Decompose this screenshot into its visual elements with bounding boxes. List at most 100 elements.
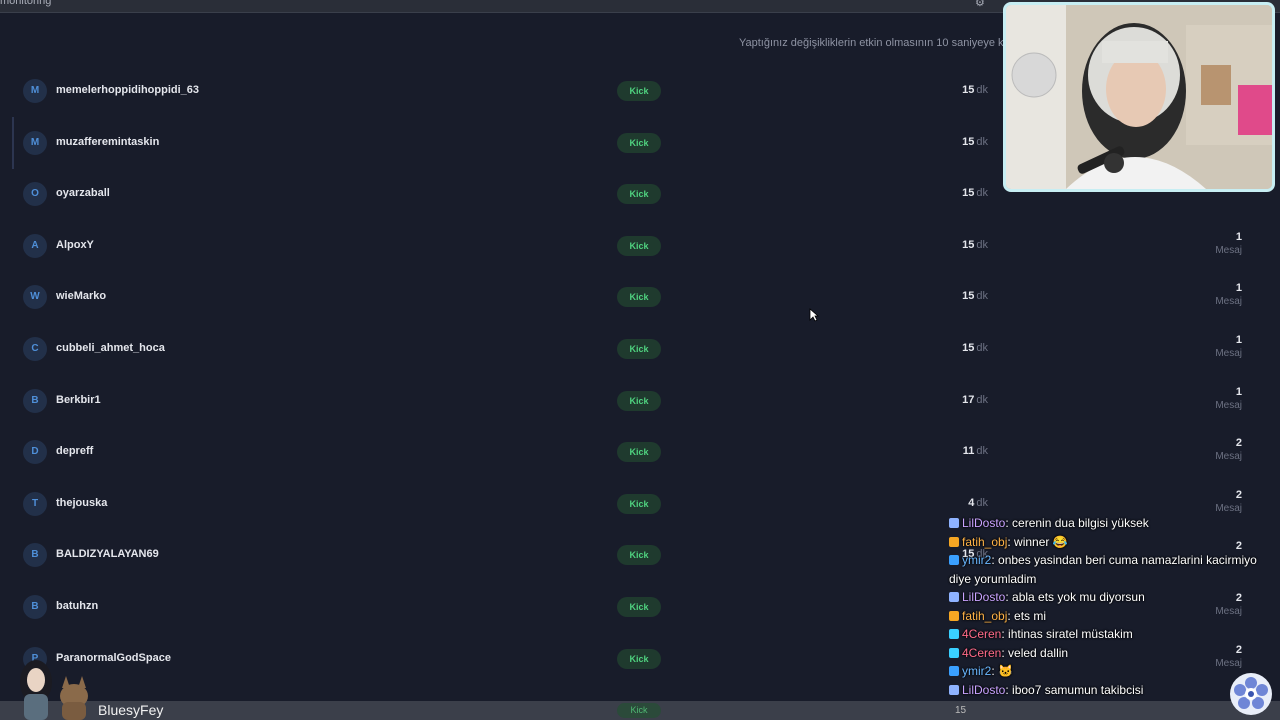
table-row-partial: Kick 15 (0, 701, 1280, 720)
kick-button[interactable]: Kick (617, 81, 661, 101)
kick-button[interactable]: Kick (617, 545, 661, 565)
table-row: Ccubbeli_ahmet_hoca Kick 15 dk 1 Mesaj (0, 323, 1280, 375)
settings-icon[interactable]: ⚙ (975, 0, 985, 9)
chat-text: 🐱 (998, 664, 1013, 678)
notice-text: Yaptığınız değişikliklerin etkin olmasın… (739, 37, 1026, 49)
username[interactable]: oyarzaball (56, 187, 110, 199)
duration: 15 dk (930, 239, 988, 251)
chat-username: 4Ceren (962, 627, 1002, 641)
chat-badge-icon (949, 555, 959, 565)
avatar: W (23, 285, 47, 309)
chat-message: LilDosto: abla ets yok mu diyorsun (949, 588, 1269, 607)
username[interactable]: Berkbir1 (56, 394, 101, 406)
chat-message: ymir2: 🐱 (949, 662, 1269, 681)
chat-username: LilDosto (962, 682, 1006, 697)
duration-unit: dk (976, 394, 988, 406)
chat-overlay: LilDosto: cerenin dua bilgisi yüksek fati… (949, 514, 1269, 699)
table-row: B Berkbir1 Kick 17 dk 1 Mesaj (0, 375, 1280, 427)
username[interactable]: depreff (56, 445, 93, 457)
duration-unit: dk (976, 445, 988, 457)
avatar: O (23, 182, 47, 206)
duration-unit: dk (976, 239, 988, 251)
avatar: B (23, 595, 47, 619)
streamer-avatar-art (20, 660, 88, 720)
chat-separator: : (991, 553, 999, 567)
message-count: 1 Mesaj (1180, 282, 1242, 309)
message-count-label: Mesaj (1215, 296, 1242, 307)
kick-button[interactable]: Kick (617, 494, 661, 514)
avatar: D (23, 440, 47, 464)
duration: 4 dk (930, 497, 988, 509)
streamer-name: BluesyFey (98, 702, 164, 718)
table-row: WwieMarko Kick 15 dk 1 Mesaj (0, 271, 1280, 323)
webcam-overlay (1003, 2, 1275, 192)
chat-badge-icon (949, 666, 959, 676)
chat-badge-icon (949, 592, 959, 602)
username[interactable]: cubbeli_ahmet_hoca (56, 342, 165, 354)
kick-button[interactable]: Kick (617, 236, 661, 256)
username[interactable]: batuhzn (56, 600, 98, 612)
duration-value: 4 (968, 497, 975, 509)
chat-message: 4Ceren: veled dallin (949, 644, 1269, 663)
chat-text: cerenin dua bilgisi yüksek (1012, 516, 1149, 530)
chat-message: LilDosto: iboo7 samumun takibcisi (949, 681, 1269, 700)
kick-button[interactable]: Kick (617, 649, 661, 669)
chat-message: 4Ceren: ihtinas siratel müstakim (949, 625, 1269, 644)
message-count: 2 Mesaj (1180, 489, 1242, 516)
duration: 15 dk (930, 290, 988, 302)
flower-logo-icon (1230, 673, 1272, 715)
message-count: 1 Mesaj (1180, 386, 1242, 413)
chat-badge-icon (949, 647, 959, 658)
message-count-value: 1 (1235, 386, 1242, 398)
avatar: T (23, 492, 47, 516)
username[interactable]: BALDIZYALAYAN69 (56, 548, 159, 560)
kick-button[interactable]: Kick (617, 442, 661, 462)
chat-message: fatih_obj: ets mi (949, 607, 1269, 626)
kick-button[interactable]: Kick (617, 287, 661, 307)
message-count-label: Mesaj (1215, 451, 1242, 462)
duration-value: 15 (962, 239, 975, 251)
chat-username: ymir2 (962, 664, 992, 678)
kick-button[interactable]: Kick (617, 391, 661, 411)
table-row: Ddepreff Kick 11 dk 2 Mesaj (0, 426, 1280, 478)
kick-button[interactable]: Kick (617, 184, 661, 204)
chat-message: fatih_obj: winner 😂 (949, 533, 1269, 552)
username[interactable]: muzafferemintaskin (56, 136, 159, 148)
chat-username: 4Ceren (962, 645, 1002, 660)
chat-message: ymir2: onbes yasindan beri cuma namazlar… (949, 551, 1269, 588)
duration-value: 15 (962, 84, 975, 96)
message-count: 2 Mesaj (1180, 437, 1242, 464)
duration-unit: dk (976, 136, 988, 148)
message-count-value: 2 (1235, 489, 1242, 501)
chat-text: ets mi (1014, 608, 1047, 623)
chat-username: LilDosto (962, 590, 1006, 604)
username[interactable]: thejouska (56, 497, 107, 509)
kick-button[interactable]: Kick (617, 703, 661, 718)
message-count-value: 1 (1235, 334, 1242, 346)
message-count-label: Mesaj (1215, 245, 1242, 256)
duration: 15 dk (930, 187, 988, 199)
kick-button[interactable]: Kick (617, 597, 661, 617)
username[interactable]: AlpoxY (56, 239, 94, 251)
avatar: C (23, 337, 47, 361)
username[interactable]: wieMarko (56, 290, 106, 302)
kick-button[interactable]: Kick (617, 339, 661, 359)
duration-unit: dk (976, 290, 988, 302)
message-count-value: 1 (1235, 231, 1242, 243)
duration-unit: dk (976, 342, 988, 354)
duration: 15 dk (930, 136, 988, 148)
duration-value: 15 (962, 290, 975, 302)
message-count-label: Mesaj (1215, 348, 1242, 359)
duration-value: 15 (962, 342, 975, 354)
webcam-feed (1006, 5, 1272, 189)
duration: 17 dk (930, 394, 988, 406)
duration: 11 dk (930, 445, 988, 457)
chat-badge-icon (949, 536, 959, 547)
chat-badge-icon (949, 629, 959, 639)
chat-username: LilDosto (962, 516, 1006, 530)
username[interactable]: memelerhoppidihoppidi_63 (56, 84, 199, 96)
chat-username: fatih_obj (962, 534, 1008, 549)
chat-badge-icon (949, 684, 959, 695)
chat-username: fatih_obj (962, 608, 1008, 623)
kick-button[interactable]: Kick (617, 133, 661, 153)
